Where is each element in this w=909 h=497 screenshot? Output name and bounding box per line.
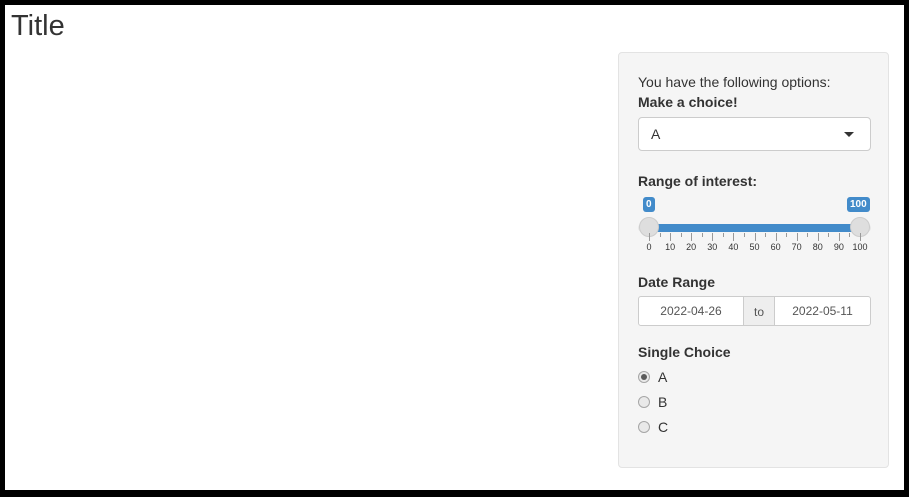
radio-button[interactable] <box>638 371 650 383</box>
slider-label: Range of interest: <box>638 173 758 189</box>
slider-tick-label: 20 <box>686 242 697 252</box>
date-separator: to <box>744 296 774 326</box>
slider-tick <box>807 233 809 237</box>
date-start-input[interactable] <box>638 296 744 326</box>
choice-select[interactable]: A <box>638 117 871 151</box>
slider-tick <box>701 233 703 237</box>
select-value: A <box>651 126 661 142</box>
slider-tick <box>712 233 714 241</box>
slider-tick <box>860 233 861 241</box>
slider-tick-label: 90 <box>833 242 844 252</box>
slider-tick-label: 80 <box>812 242 823 252</box>
date-end-input[interactable] <box>774 296 871 326</box>
date-range-label: Date Range <box>638 274 716 290</box>
slider-tick-label: 70 <box>791 242 802 252</box>
page-title: Title <box>11 10 65 42</box>
radio-label: B <box>658 394 668 410</box>
slider-selected-range <box>649 224 860 232</box>
sidebar-panel: You have the following options: Make a c… <box>618 52 889 468</box>
slider-tick <box>680 233 682 237</box>
slider-min-badge: 0 <box>643 197 655 212</box>
slider-tick-label: 40 <box>728 242 739 252</box>
radio-label: A <box>658 369 668 385</box>
slider-tick <box>733 233 735 241</box>
slider-tick <box>775 233 777 241</box>
slider-tick-label: 50 <box>749 242 760 252</box>
slider-tick <box>828 233 830 237</box>
slider-tick <box>786 233 788 237</box>
slider-tick <box>649 233 650 241</box>
slider-tick <box>722 233 724 237</box>
select-label: Make a choice! <box>638 94 738 110</box>
slider-tick <box>817 233 819 241</box>
slider-tick <box>796 233 798 241</box>
slider-tick-label: 10 <box>665 242 676 252</box>
radio-button[interactable] <box>638 421 650 433</box>
slider-tick <box>765 233 767 237</box>
range-slider[interactable]: 0 100 0 10 20 30 40 50 60 70 80 90 100 <box>638 195 871 255</box>
radio-group-label: Single Choice <box>638 344 731 360</box>
slider-tick <box>849 233 851 237</box>
slider-tick-label: 30 <box>707 242 718 252</box>
slider-tick-label: 0 <box>646 242 652 252</box>
radio-button[interactable] <box>638 396 650 408</box>
slider-tick <box>691 233 693 241</box>
date-range-input: to <box>638 296 871 326</box>
slider-tick-label: 60 <box>770 242 781 252</box>
caret-down-icon <box>844 132 854 137</box>
slider-tick <box>743 233 745 237</box>
slider-tick <box>659 233 661 237</box>
slider-tick <box>670 233 672 241</box>
slider-tick <box>754 233 756 241</box>
slider-ticks: 0 10 20 30 40 50 60 70 80 90 100 <box>638 233 871 255</box>
intro-text: You have the following options: <box>638 74 831 90</box>
app-frame: Title You have the following options: Ma… <box>5 5 904 490</box>
slider-tick <box>838 233 840 241</box>
slider-tick-label: 100 <box>852 242 868 252</box>
radio-label: C <box>658 419 669 435</box>
slider-max-badge: 100 <box>847 197 870 212</box>
